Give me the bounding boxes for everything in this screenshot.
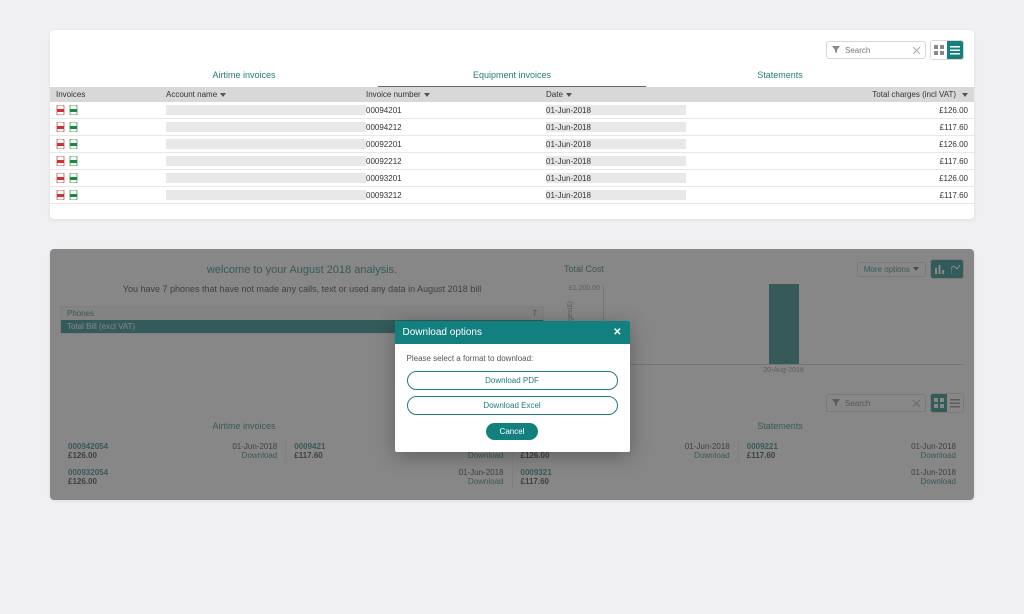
cell-charges: £126.00 <box>686 174 968 183</box>
filter-icon <box>831 45 841 55</box>
cell-date: 01-Jun-2018 <box>546 122 686 132</box>
excel-file-icon[interactable] <box>69 122 79 132</box>
cell-invoice-number: 00094212 <box>366 123 546 132</box>
search-box[interactable] <box>826 41 926 59</box>
cell-date: 01-Jun-2018 <box>546 139 686 149</box>
pdf-file-icon[interactable] <box>56 139 66 149</box>
table-header: Invoices Account name Invoice number Dat… <box>50 87 974 102</box>
col-account-name[interactable]: Account name <box>166 90 366 99</box>
list-view-button[interactable] <box>947 41 963 59</box>
cell-invoice-number: 00094201 <box>366 106 546 115</box>
tab-statements[interactable]: Statements <box>646 66 914 87</box>
cell-invoice-number: 00093201 <box>366 174 546 183</box>
cell-account <box>166 156 366 166</box>
modal-title: Download options <box>403 327 483 338</box>
invoice-table: Invoices Account name Invoice number Dat… <box>50 87 974 204</box>
sort-caret-icon <box>424 93 430 97</box>
invoice-tabs: Airtime invoices Equipment invoices Stat… <box>50 66 974 87</box>
download-pdf-button[interactable]: Download PDF <box>407 371 618 390</box>
cell-account <box>166 139 366 149</box>
tab-airtime[interactable]: Airtime invoices <box>110 66 378 87</box>
excel-file-icon[interactable] <box>69 139 79 149</box>
cell-date: 01-Jun-2018 <box>546 105 686 115</box>
sort-caret-icon <box>566 93 572 97</box>
pdf-file-icon[interactable] <box>56 156 66 166</box>
table-row: 0009220101-Jun-2018£126.00 <box>50 136 974 153</box>
invoices-panel: Airtime invoices Equipment invoices Stat… <box>50 30 974 219</box>
analysis-panel-wrap: welcome to your August 2018 analysis. Yo… <box>50 249 974 500</box>
pdf-file-icon[interactable] <box>56 105 66 115</box>
modal-header: Download options ✕ <box>395 321 630 344</box>
cell-charges: £117.60 <box>686 123 968 132</box>
excel-file-icon[interactable] <box>69 105 79 115</box>
cell-invoice-number: 00092201 <box>366 140 546 149</box>
col-invoices[interactable]: Invoices <box>56 90 166 99</box>
pdf-file-icon[interactable] <box>56 190 66 200</box>
clear-icon[interactable] <box>911 45 921 55</box>
table-row: 0009321201-Jun-2018£117.60 <box>50 187 974 204</box>
search-input[interactable] <box>845 46 907 55</box>
sort-caret-icon <box>962 93 968 97</box>
col-date[interactable]: Date <box>546 90 686 99</box>
table-row: 0009320101-Jun-2018£126.00 <box>50 170 974 187</box>
sort-caret-icon <box>220 93 226 97</box>
cell-charges: £126.00 <box>686 140 968 149</box>
cell-date: 01-Jun-2018 <box>546 173 686 183</box>
grid-view-button[interactable] <box>931 41 947 59</box>
cell-charges: £117.60 <box>686 157 968 166</box>
col-total-charges[interactable]: Total charges (incl VAT) <box>686 90 968 99</box>
cell-date: 01-Jun-2018 <box>546 190 686 200</box>
modal-prompt: Please select a format to download: <box>407 354 618 363</box>
table-row: 0009421201-Jun-2018£117.60 <box>50 119 974 136</box>
download-modal: Download options ✕ Please select a forma… <box>395 321 630 452</box>
col-invoice-number[interactable]: Invoice number <box>366 90 546 99</box>
excel-file-icon[interactable] <box>69 190 79 200</box>
excel-file-icon[interactable] <box>69 173 79 183</box>
cell-account <box>166 173 366 183</box>
modal-overlay[interactable]: Download options ✕ Please select a forma… <box>50 249 974 500</box>
cell-invoice-number: 00092212 <box>366 157 546 166</box>
cell-date: 01-Jun-2018 <box>546 156 686 166</box>
table-row: 0009420101-Jun-2018£126.00 <box>50 102 974 119</box>
cell-account <box>166 190 366 200</box>
view-toggle <box>930 40 964 60</box>
download-excel-button[interactable]: Download Excel <box>407 396 618 415</box>
toolbar <box>50 40 974 66</box>
pdf-file-icon[interactable] <box>56 173 66 183</box>
excel-file-icon[interactable] <box>69 156 79 166</box>
cell-account <box>166 105 366 115</box>
tab-equipment[interactable]: Equipment invoices <box>378 66 646 87</box>
table-row: 0009221201-Jun-2018£117.60 <box>50 153 974 170</box>
close-icon[interactable]: ✕ <box>613 327 621 338</box>
pdf-file-icon[interactable] <box>56 122 66 132</box>
cell-invoice-number: 00093212 <box>366 191 546 200</box>
cell-account <box>166 122 366 132</box>
cell-charges: £117.60 <box>686 191 968 200</box>
cancel-button[interactable]: Cancel <box>486 423 539 440</box>
cell-charges: £126.00 <box>686 106 968 115</box>
